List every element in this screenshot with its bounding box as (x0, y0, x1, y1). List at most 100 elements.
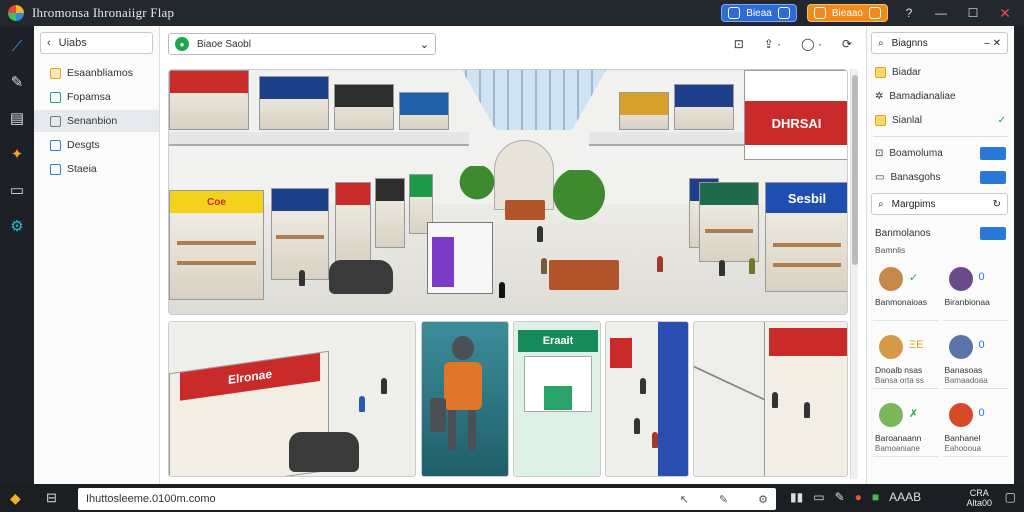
share-icon[interactable]: ⇪ · (764, 37, 781, 51)
main-scrollbar[interactable] (850, 69, 858, 479)
address-bar[interactable]: Ihuttosleeme.0100m.como ↖ ✎ ⚙ (78, 488, 776, 510)
thumbnail-corridor[interactable] (605, 321, 689, 477)
notification-icon[interactable]: ▢ (1005, 490, 1016, 504)
blue-action-button[interactable]: Bieaa (721, 4, 797, 22)
pen-icon[interactable]: ✎ (835, 490, 845, 504)
pen-icon[interactable]: ✎ (7, 72, 27, 92)
settings-icon (777, 7, 790, 19)
gear-icon[interactable]: ⚙ (758, 493, 768, 506)
check-icon: ✓ (997, 114, 1006, 126)
right-item-3[interactable]: Sianlal ✓ (867, 108, 1014, 132)
toggle-badge[interactable] (980, 146, 1006, 160)
orange-action-button[interactable]: Bieaao (806, 4, 888, 22)
sync-icon[interactable]: ⟳ (842, 37, 852, 51)
circle-icon[interactable]: ◯ · (801, 37, 822, 51)
gear-icon[interactable]: ⚙ (7, 216, 27, 236)
robot-bucket (430, 398, 446, 432)
card-label: Banasoas (944, 365, 983, 375)
back-arrow-icon[interactable]: ‹ (47, 37, 51, 49)
sidebar-item-label: Fopamsa (67, 91, 111, 103)
start-icon[interactable]: ◆ (10, 490, 21, 507)
divider (873, 136, 1008, 137)
thumbnail-mall-1[interactable]: Elronae (168, 321, 416, 477)
thumbnail-store-eraait[interactable]: Eraait (513, 321, 601, 477)
avatar (879, 267, 903, 291)
planter (505, 200, 545, 220)
store-banner (336, 183, 370, 205)
card-label: Biranbionaa (944, 297, 990, 307)
sidebar-item-5[interactable]: Staeia (34, 158, 159, 180)
sidebar-item-1[interactable]: Esaanbliamos (34, 62, 159, 84)
avatar (948, 403, 973, 427)
card-sublabel: Bamaadoaa (944, 376, 988, 385)
sidebar: ‹ Uiabs Esaanbliamos Fopamsa Senanbion D… (34, 26, 160, 484)
store-sign-eraait: Eraait (518, 330, 598, 352)
card-1[interactable]: ✓ Banmonaioas (873, 259, 939, 321)
right-item-2[interactable]: ✲ Bamadianaliae (867, 84, 1014, 108)
clock-time: CRA (969, 488, 989, 498)
sidebar-item-3[interactable]: Senanbion (34, 110, 159, 132)
card-2[interactable]: 0 Biranbionaa (942, 259, 1008, 321)
clock[interactable]: CRA Alta00 (966, 488, 992, 508)
brand-icon[interactable]: ⟋ (7, 36, 27, 56)
thumbnail-robot[interactable] (421, 321, 509, 477)
right-search[interactable]: ⌕ Biagnns – ✕ (871, 32, 1008, 54)
record-icon[interactable]: ● (855, 490, 862, 504)
scrollbar-thumb[interactable] (852, 75, 858, 265)
chat-icon[interactable]: ▭ (813, 490, 824, 504)
card-6[interactable]: 0 Banhanel Eahoooua (942, 395, 1008, 457)
inbox-icon[interactable]: ▤ (7, 108, 27, 128)
store-banner (620, 93, 668, 115)
toggle-badge[interactable] (980, 170, 1006, 184)
card-5[interactable]: ✗ Baroanaann Bamoaniane (873, 395, 939, 457)
folder-icon (50, 67, 61, 79)
right-item-4[interactable]: ⊡ Boamoluma (867, 141, 1014, 165)
share-icon (869, 7, 881, 19)
left-icon-rail: ⟋ ✎ ▤ ✦ ▭ ⚙ (0, 26, 34, 484)
person (804, 402, 810, 418)
edit-icon: ⊡ (875, 147, 884, 159)
upper-store (334, 84, 394, 130)
document-icon[interactable]: ▭ (7, 180, 27, 200)
sidebar-item-4[interactable]: Desgts (34, 134, 159, 156)
window-icon[interactable]: ⊟ (46, 490, 57, 506)
right-item-1[interactable]: Biadar (867, 60, 1014, 84)
app-icon[interactable]: ■ (872, 490, 879, 504)
ground-store (335, 182, 371, 262)
right-search-2[interactable]: ⌕ Margpims ↻ (871, 193, 1008, 215)
minimize-button[interactable]: — (930, 2, 952, 24)
person (537, 226, 543, 242)
paint-icon[interactable]: ✦ (7, 144, 27, 164)
collapse-icon[interactable]: – ✕ (984, 38, 1001, 49)
card-4[interactable]: 0 Banasoas Bamaadoaa (942, 327, 1008, 389)
title-bar: Ihromonsa Ihronaiigr Flap Bieaa Bieaao ?… (0, 0, 1024, 26)
sidebar-search[interactable]: ‹ Uiabs (40, 32, 153, 54)
card-label: Banmonaioas (875, 297, 927, 307)
tray-text: AAAB (889, 490, 922, 504)
status-icon: 0 (978, 271, 985, 283)
store-banner (410, 175, 432, 197)
blue-action-label: Bieaa (746, 7, 772, 19)
corridor-wall (658, 322, 688, 476)
maximize-button[interactable]: ☐ (962, 2, 984, 24)
person (299, 270, 305, 286)
help-icon[interactable]: ? (898, 2, 920, 24)
person (381, 378, 387, 394)
section-badge[interactable] (980, 226, 1006, 240)
close-button[interactable]: ✕ (994, 2, 1016, 24)
chart-icon[interactable]: ▮▮ (790, 490, 803, 504)
card-3[interactable]: ΞΕ Dnoalb nsas Bansa orta ss (873, 327, 939, 389)
search-bar[interactable]: ● Biaoe Saobl ⌄ (168, 33, 436, 55)
shelf (276, 235, 324, 239)
hero-image-mall[interactable]: DHRSAI Coe Sesbil (168, 69, 848, 315)
pen-icon[interactable]: ✎ (719, 493, 728, 506)
bookmark-icon[interactable]: ⊡ (734, 37, 744, 51)
thumbnail-mall-2[interactable] (693, 321, 848, 477)
cursor-icon[interactable]: ↖ (680, 493, 689, 506)
dropdown-icon[interactable]: ⌄ (420, 38, 429, 51)
right-item-5[interactable]: ▭ Banasgohs (867, 165, 1014, 189)
refresh-icon[interactable]: ↻ (993, 199, 1001, 210)
sidebar-item-2[interactable]: Fopamsa (34, 86, 159, 108)
person (640, 378, 646, 394)
store-counter (544, 386, 572, 410)
